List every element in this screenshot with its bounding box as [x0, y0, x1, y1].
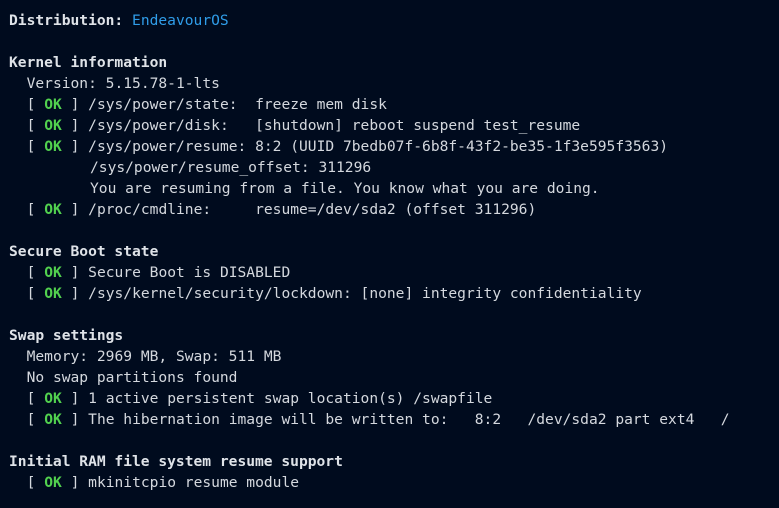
bracket-open: [ [26, 411, 36, 428]
bracket-open: [ [26, 285, 36, 302]
check-text: mkinitcpio resume module [88, 474, 300, 491]
status-ok: OK [44, 117, 62, 134]
bracket-close: ] [70, 390, 80, 407]
status-ok: OK [44, 201, 62, 218]
kernel-version: Version: 5.15.78-1-lts [26, 75, 220, 92]
bracket-close: ] [70, 117, 80, 134]
bracket-close: ] [70, 201, 80, 218]
check-text: /sys/power/disk: [shutdown] reboot suspe… [88, 117, 581, 134]
bracket-open: [ [26, 264, 36, 281]
distribution-line: Distribution: EndeavourOS [9, 10, 779, 31]
status-ok: OK [44, 411, 62, 428]
kernel-section-title: Kernel information [9, 54, 168, 71]
status-ok: OK [44, 285, 62, 302]
bracket-open: [ [26, 390, 36, 407]
check-text: Secure Boot is DISABLED [88, 264, 291, 281]
status-ok: OK [44, 138, 62, 155]
secure-boot-section-title: Secure Boot state [9, 243, 159, 260]
check-text: /sys/kernel/security/lockdown: [none] in… [88, 285, 642, 302]
swap-memory: Memory: 2969 MB, Swap: 511 MB [26, 348, 282, 365]
terminal-output: Distribution: EndeavourOS Kernel informa… [0, 0, 779, 493]
bracket-open: [ [26, 474, 36, 491]
bracket-close: ] [70, 264, 80, 281]
check-text: /sys/power/state: freeze mem disk [88, 96, 387, 113]
bracket-close: ] [70, 285, 80, 302]
bracket-close: ] [70, 138, 80, 155]
check-text: /sys/power/resume: 8:2 (UUID 7bedb07f-6b… [88, 138, 669, 155]
swap-partitions: No swap partitions found [26, 369, 238, 386]
status-ok: OK [44, 96, 62, 113]
check-text: 1 active persistent swap location(s) /sw… [88, 390, 493, 407]
kernel-resume-offset: /sys/power/resume_offset: 311296 [90, 159, 372, 176]
bracket-close: ] [70, 411, 80, 428]
bracket-open: [ [26, 201, 36, 218]
check-text: /proc/cmdline: resume=/dev/sda2 (offset … [88, 201, 537, 218]
kernel-check-power-disk: [ OK ] /sys/power/disk: [shutdown] reboo… [9, 115, 779, 136]
swap-check-hibernation-target: [ OK ] The hibernation image will be wri… [9, 409, 779, 430]
bracket-open: [ [26, 138, 36, 155]
kernel-check-power-state: [ OK ] /sys/power/state: freeze mem disk [9, 94, 779, 115]
bracket-close: ] [70, 474, 80, 491]
distribution-label: Distribution: [9, 12, 124, 29]
secure-boot-check-disabled: [ OK ] Secure Boot is DISABLED [9, 262, 779, 283]
distribution-value: EndeavourOS [132, 12, 229, 29]
swap-check-swapfile: [ OK ] 1 active persistent swap location… [9, 388, 779, 409]
initramfs-section-title: Initial RAM file system resume support [9, 453, 343, 470]
bracket-open: [ [26, 117, 36, 134]
status-ok: OK [44, 474, 62, 491]
bracket-open: [ [26, 96, 36, 113]
check-text: The hibernation image will be written to… [88, 411, 730, 428]
secure-boot-check-lockdown: [ OK ] /sys/kernel/security/lockdown: [n… [9, 283, 779, 304]
kernel-resume-note: You are resuming from a file. You know w… [90, 180, 600, 197]
status-ok: OK [44, 390, 62, 407]
swap-section-title: Swap settings [9, 327, 124, 344]
status-ok: OK [44, 264, 62, 281]
initramfs-check-mkinitcpio: [ OK ] mkinitcpio resume module [9, 472, 779, 493]
kernel-check-cmdline: [ OK ] /proc/cmdline: resume=/dev/sda2 (… [9, 199, 779, 220]
bracket-close: ] [70, 96, 80, 113]
kernel-check-power-resume: [ OK ] /sys/power/resume: 8:2 (UUID 7bed… [9, 136, 779, 157]
